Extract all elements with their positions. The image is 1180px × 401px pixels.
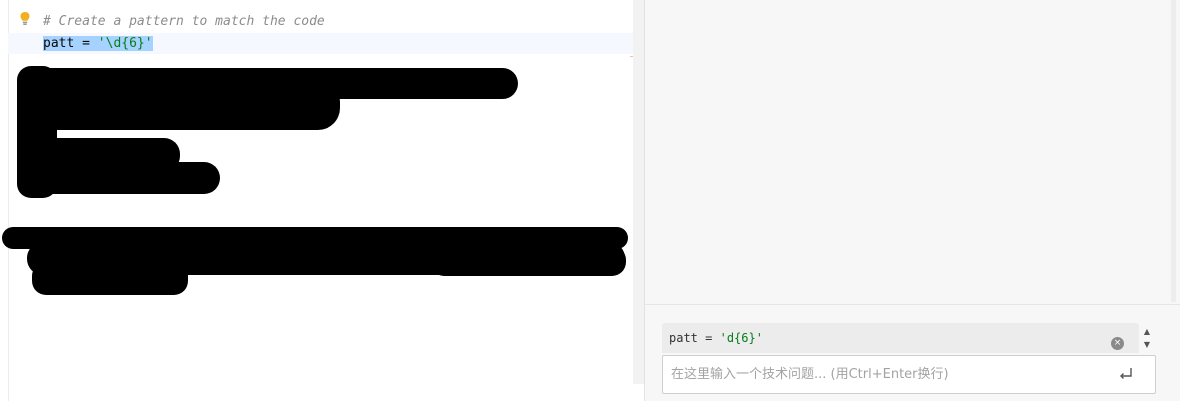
code-comment-line[interactable]: # Create a pattern to match the code xyxy=(43,11,325,32)
redaction-mark xyxy=(430,246,626,276)
question-input[interactable] xyxy=(662,355,1156,394)
preview-operator: = xyxy=(697,331,720,345)
string-literal: '\d{6}' xyxy=(97,36,153,51)
enter-return-icon[interactable] xyxy=(1117,364,1135,382)
redaction-mark xyxy=(30,162,220,194)
code-editor[interactable]: # Create a pattern to match the code pat… xyxy=(0,0,644,401)
panel-scrollbar[interactable] xyxy=(1171,0,1176,302)
selected-code: patt = '\d{6}' xyxy=(43,36,153,51)
panel-divider xyxy=(645,304,1180,305)
gutter-separator xyxy=(8,0,9,401)
scroll-down-icon[interactable]: ▼ xyxy=(1141,339,1153,351)
editor-scrollbar[interactable] xyxy=(633,0,644,384)
variable-name: patt xyxy=(43,36,75,51)
preview-string: 'd{6}' xyxy=(719,331,763,345)
clear-icon[interactable]: × xyxy=(1111,337,1124,350)
preview-variable: patt xyxy=(669,331,698,345)
scroll-up-icon[interactable]: ▲ xyxy=(1141,326,1153,338)
ai-assistant-panel: patt = 'd{6}' × ▲ ▼ xyxy=(644,0,1180,401)
lightbulb-icon[interactable] xyxy=(19,11,31,27)
assignment-operator: = xyxy=(74,36,98,51)
redaction-mark xyxy=(20,80,340,130)
redaction-mark xyxy=(32,262,188,295)
code-assignment-line[interactable]: patt = '\d{6}' xyxy=(43,33,153,54)
selected-code-preview: patt = 'd{6}' xyxy=(662,323,1139,353)
